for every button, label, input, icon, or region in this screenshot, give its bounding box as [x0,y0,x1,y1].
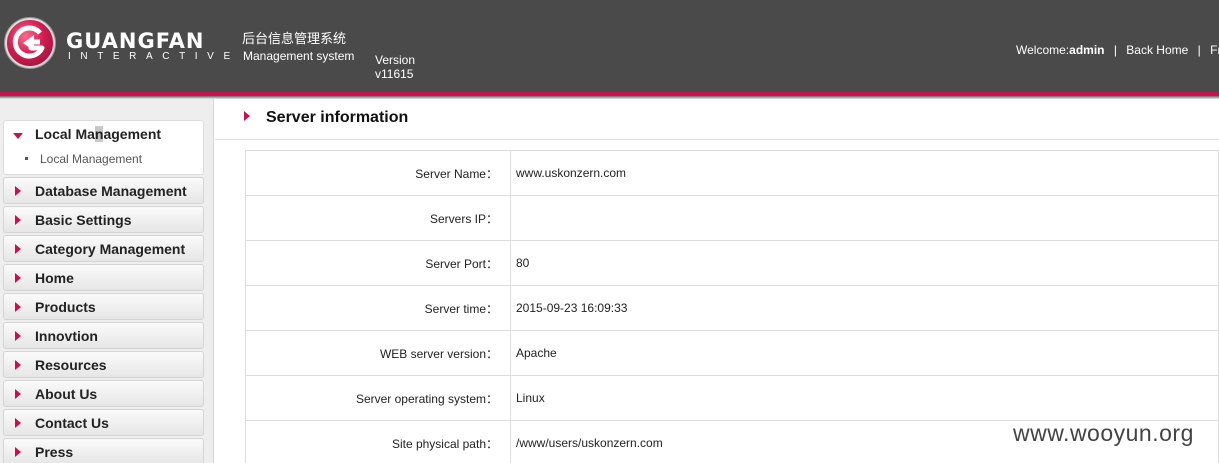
collapse-arrow-icon [15,273,21,283]
collapse-arrow-icon [15,302,21,312]
row-value: www.uskonzern.com [510,150,1219,196]
sidebar: Local Management Local Management Databa… [0,99,214,463]
collapse-arrow-icon [15,418,21,428]
table-row: Server Port： 80 [245,240,1219,286]
menu-label: Category Management [35,241,186,257]
menu-label: Products [35,299,96,315]
table-row: Server Name： www.uskonzern.com [245,150,1219,196]
menu-label: Contact Us [35,415,109,431]
expand-arrow-icon [13,133,23,139]
menu-label: Database Management [35,183,187,199]
row-label: Server time： [245,285,511,331]
collapse-arrow-icon [15,331,21,341]
brand-name: GUANGFAN [66,29,205,53]
menu-label: Basic Settings [35,212,132,228]
collapse-arrow-icon [15,389,21,399]
top-nav: Welcome:admin | Back Home | Fr [1016,43,1219,57]
back-home-link[interactable]: Back Home [1126,43,1188,57]
row-label: Site physical path： [245,420,511,463]
menu-innovtion[interactable]: Innovtion [3,322,204,349]
brand-subtitle: INTERACTIVE [68,51,240,62]
row-label: Server Name： [245,150,511,196]
collapse-arrow-icon [15,186,21,196]
row-value: 80 [510,240,1219,286]
menu-label: Press [35,444,74,460]
nav-separator: | [1113,43,1117,57]
menu-resources[interactable]: Resources [3,351,204,378]
row-label: Servers IP： [245,195,511,241]
row-value: 2015-09-23 16:09:33 [510,285,1219,331]
username: admin [1069,43,1105,57]
menu-products[interactable]: Products [3,293,204,320]
collapse-arrow-icon [15,360,21,370]
menu-title-local-management: Local Management [35,126,162,142]
collapse-arrow-icon [15,215,21,225]
row-label: WEB server version： [245,330,511,376]
top-header: GUANGFAN INTERACTIVE 后台信息管理系统 Management… [0,0,1219,92]
collapse-arrow-icon [15,244,21,254]
table-row: Servers IP： [245,195,1219,241]
menu-database-management[interactable]: Database Management [3,177,204,204]
menu-label: Home [35,270,74,286]
section-arrow-icon [244,111,250,121]
row-value [510,195,1219,241]
menu-about-us[interactable]: About Us [3,380,204,407]
menu-basic-settings[interactable]: Basic Settings [3,206,204,233]
menu-category-management[interactable]: Category Management [3,235,204,262]
version-info: Version v11615 [375,53,415,81]
collapse-arrow-icon [15,447,21,457]
menu-home[interactable]: Home [3,264,204,291]
menu-label: About Us [35,386,98,402]
table-row: Server operating system： Linux [245,375,1219,421]
guangfan-logo-icon [5,18,55,68]
menu-contact-us[interactable]: Contact Us [3,409,204,436]
nav-separator: | [1197,43,1201,57]
row-label: Server Port： [245,240,511,286]
menu-label: Resources [35,357,107,373]
welcome-prefix: Welcome: [1016,43,1070,57]
version-value: v11615 [375,67,414,81]
server-info-table: Server Name： www.uskonzern.com Servers I… [245,150,1219,463]
menu-label: Innovtion [35,328,98,344]
content-header: Server information [215,99,1219,140]
menu-press[interactable]: Press [3,438,204,463]
system-name-en: Management system [243,49,355,63]
row-value: Apache [510,330,1219,376]
table-row: WEB server version： Apache [245,330,1219,376]
submenu-local-management[interactable]: Local Management [24,152,142,166]
row-label: Server operating system： [245,375,511,421]
version-label: Version [375,53,416,67]
page-title: Server information [266,109,409,126]
extra-link[interactable]: Fr [1210,43,1219,57]
row-value: Linux [510,375,1219,421]
system-name-cn: 后台信息管理系统 [242,31,347,46]
menu-local-management[interactable]: Local Management Local Management [3,120,204,175]
table-row: Server time： 2015-09-23 16:09:33 [245,285,1219,331]
watermark: www.wooyun.org [1013,420,1194,446]
